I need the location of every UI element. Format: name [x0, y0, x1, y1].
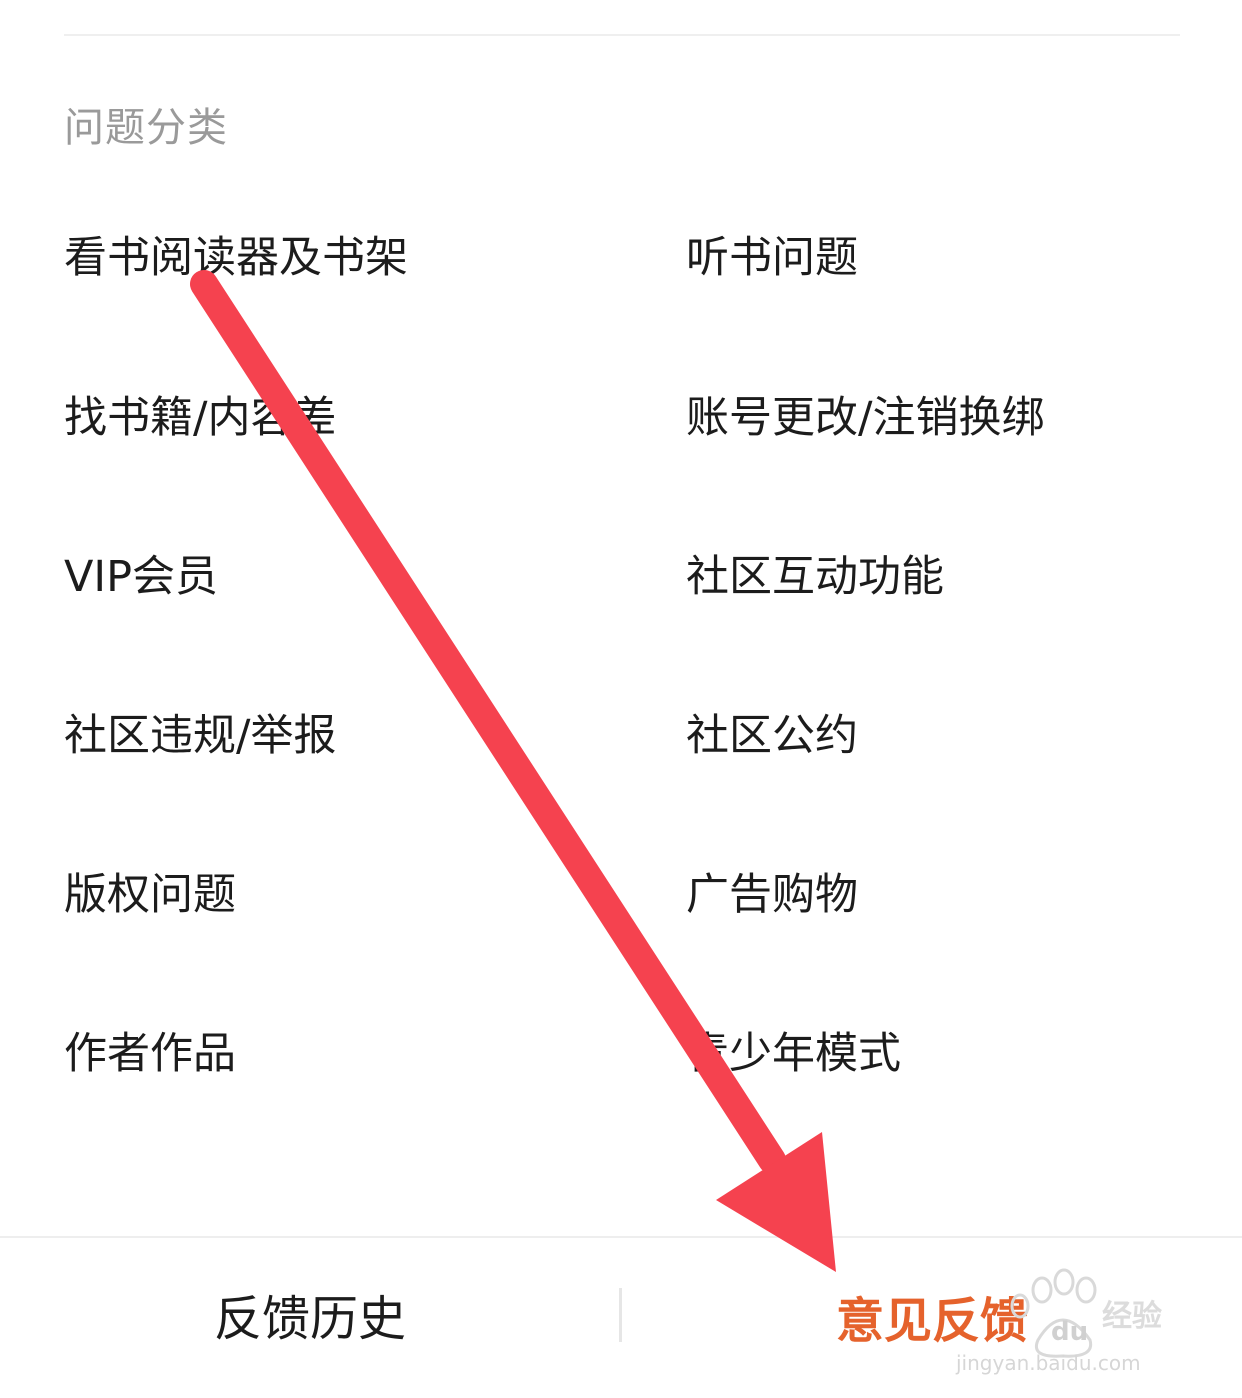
- category-reader-bookshelf[interactable]: 看书阅读器及书架: [64, 232, 408, 284]
- submit-feedback-button[interactable]: 意见反馈: [836, 1292, 1028, 1350]
- feedback-history-button[interactable]: 反馈历史: [214, 1290, 406, 1348]
- bottom-bar-divider: [619, 1288, 622, 1342]
- bottom-action-bar: 反馈历史 意见反馈: [0, 1236, 1242, 1398]
- category-author-works[interactable]: 作者作品: [64, 1028, 236, 1080]
- category-account-change[interactable]: 账号更改/注销换绑: [686, 392, 1045, 444]
- category-community-report[interactable]: 社区违规/举报: [64, 710, 337, 762]
- section-title: 问题分类: [64, 105, 228, 151]
- category-community-rules[interactable]: 社区公约: [686, 710, 858, 762]
- category-teen-mode[interactable]: 青少年模式: [686, 1028, 901, 1080]
- category-find-books[interactable]: 找书籍/内容差: [64, 392, 337, 444]
- red-arrow-annotation: [190, 270, 836, 1272]
- category-copyright[interactable]: 版权问题: [64, 869, 236, 921]
- category-vip[interactable]: VIP会员: [64, 551, 218, 603]
- category-community-interaction[interactable]: 社区互动功能: [686, 551, 944, 603]
- category-audiobook[interactable]: 听书问题: [686, 232, 858, 284]
- category-ads-shopping[interactable]: 广告购物: [686, 869, 858, 921]
- top-divider: [64, 34, 1180, 36]
